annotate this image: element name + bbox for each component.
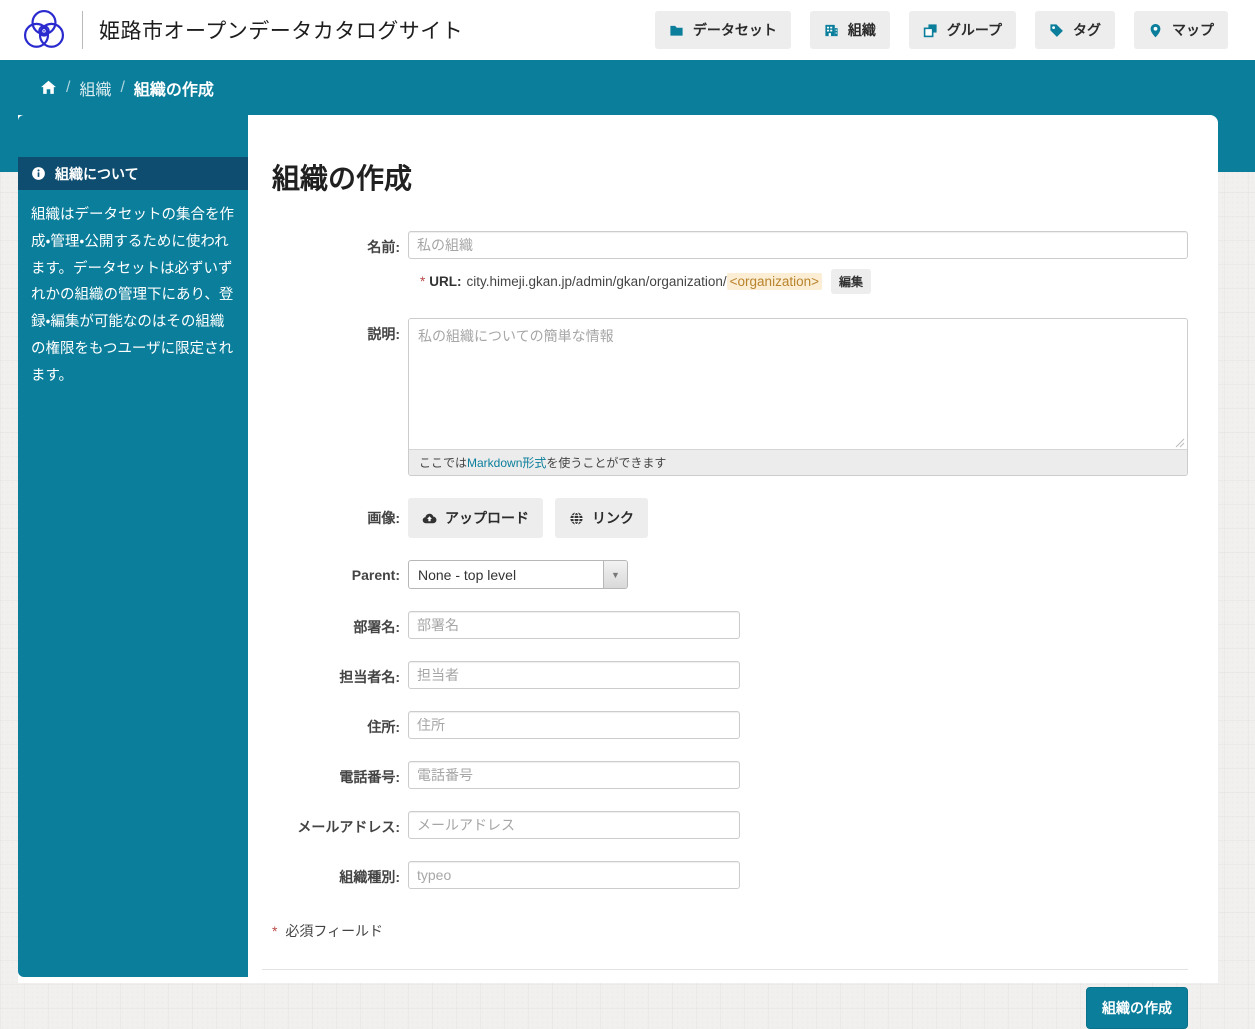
markdown-note-pre: ここでは xyxy=(419,456,468,470)
nav-label: データセット xyxy=(692,22,777,38)
email-row: メールアドレス: xyxy=(248,811,1218,839)
main-content: 組織の作成 名前: * URL: city.himeji.gkan.jp/adm… xyxy=(248,115,1218,1029)
parent-select-value: None - top level xyxy=(418,566,517,583)
image-upload-label: アップロード xyxy=(445,510,529,526)
clone-icon xyxy=(923,23,937,37)
upload-icon xyxy=(422,513,437,523)
nav-groups-button[interactable]: グループ xyxy=(908,11,1016,49)
description-row: 説明: ここではMarkdown形式を使うことができます xyxy=(248,318,1218,476)
org-type-input[interactable] xyxy=(408,861,740,889)
building-icon xyxy=(825,24,838,36)
form-actions: 組織の作成 xyxy=(262,969,1188,1029)
url-preview: * URL: city.himeji.gkan.jp/admin/gkan/or… xyxy=(420,269,1218,294)
page-title: 組織の作成 xyxy=(272,163,413,194)
department-row: 部署名: xyxy=(248,611,1218,639)
chevron-down-icon: ▼ xyxy=(603,561,627,588)
phone-label: 電話番号: xyxy=(339,769,400,785)
address-row: 住所: xyxy=(248,711,1218,739)
email-label: メールアドレス: xyxy=(297,819,400,835)
nav-label: グループ xyxy=(946,22,1002,38)
org-type-row: 組織種別: xyxy=(248,861,1218,889)
site-logo-icon xyxy=(23,9,65,48)
brand-divider xyxy=(82,11,83,49)
nav-organizations-button[interactable]: 組織 xyxy=(809,11,890,49)
required-asterisk: * xyxy=(272,923,278,939)
folder-icon xyxy=(670,25,683,36)
map-marker-icon xyxy=(1150,23,1161,37)
resize-handle-icon xyxy=(1175,438,1185,448)
phone-row: 電話番号: xyxy=(248,761,1218,789)
breadcrumb-organizations-link[interactable]: 組織 xyxy=(79,76,111,100)
name-label: 名前: xyxy=(367,239,400,255)
site-title: 姫路市オープンデータカタログサイト xyxy=(99,20,464,43)
nav-tags-button[interactable]: タグ xyxy=(1035,11,1115,49)
nav-label: 組織 xyxy=(847,22,876,38)
description-label: 説明: xyxy=(367,326,400,342)
markdown-editor: ここではMarkdown形式を使うことができます xyxy=(408,318,1188,476)
image-row: 画像: アップロード リンク xyxy=(248,498,1218,538)
url-label: URL: xyxy=(429,274,462,289)
breadcrumb: / 組織 / 組織の作成 xyxy=(0,60,1255,115)
markdown-note: ここではMarkdown形式を使うことができます xyxy=(409,449,1187,475)
parent-row: Parent: None - top level ▼ xyxy=(248,560,1218,589)
address-label: 住所: xyxy=(367,719,400,735)
sidebar-heading-label: 組織について xyxy=(55,165,139,182)
url-prefix: city.himeji.gkan.jp/admin/gkan/organizat… xyxy=(466,274,727,289)
parent-select[interactable]: None - top level ▼ xyxy=(408,560,628,589)
parent-label: Parent: xyxy=(351,566,400,583)
image-link-button[interactable]: リンク xyxy=(555,498,648,538)
nav-label: タグ xyxy=(1073,22,1101,38)
sidebar-help-text: 組織はデータセットの集合を作成・管理・公開するために使われます。データセットは必… xyxy=(31,207,234,384)
nav-map-button[interactable]: マップ xyxy=(1134,11,1228,49)
globe-icon xyxy=(570,511,583,525)
create-organization-button[interactable]: 組織の作成 xyxy=(1086,987,1188,1029)
department-label: 部署名: xyxy=(353,619,400,635)
contact-person-row: 担当者名: xyxy=(248,661,1218,689)
main-nav: データセット 組織 グループ タグ マップ xyxy=(654,11,1228,49)
image-upload-button[interactable]: アップロード xyxy=(408,498,543,538)
resize-handle[interactable] xyxy=(409,437,1187,449)
email-input[interactable] xyxy=(408,811,740,839)
required-asterisk: * xyxy=(420,274,426,289)
breadcrumb-separator: / xyxy=(66,78,71,96)
phone-input[interactable] xyxy=(408,761,740,789)
tag-icon xyxy=(1050,23,1063,37)
nav-label: マップ xyxy=(1172,22,1214,38)
required-note-text: 必須フィールド xyxy=(281,923,384,939)
description-textarea[interactable] xyxy=(409,319,1187,437)
contact-person-label: 担当者名: xyxy=(339,669,400,685)
nav-datasets-button[interactable]: データセット xyxy=(654,11,791,49)
sidebar-heading: 組織について xyxy=(18,157,248,190)
required-fields-note: * 必須フィールド xyxy=(272,921,1218,941)
home-icon xyxy=(41,80,56,94)
contact-person-input[interactable] xyxy=(408,661,740,689)
image-label: 画像: xyxy=(367,510,400,526)
address-input[interactable] xyxy=(408,711,740,739)
masthead: 姫路市オープンデータカタログサイト データセット 組織 グループ タグ マップ xyxy=(0,0,1255,60)
organization-form: 名前: * URL: city.himeji.gkan.jp/admin/gka… xyxy=(248,231,1218,1029)
name-row: 名前: xyxy=(248,231,1218,259)
image-link-label: リンク xyxy=(592,510,634,526)
breadcrumb-separator: / xyxy=(120,78,125,96)
markdown-note-post: を使うことができます xyxy=(546,456,667,470)
info-icon xyxy=(32,167,45,180)
markdown-format-link[interactable]: Markdown形式 xyxy=(467,456,546,470)
name-input[interactable] xyxy=(408,231,1188,259)
url-edit-button[interactable]: 編集 xyxy=(830,269,871,294)
department-input[interactable] xyxy=(408,611,740,639)
content-wrapper: 組織について 組織はデータセットの集合を作成・管理・公開するために使われます。デ… xyxy=(18,115,1218,1029)
breadcrumb-current: 組織の作成 xyxy=(133,81,214,99)
url-slug: <organization> xyxy=(726,273,822,290)
sidebar: 組織について 組織はデータセットの集合を作成・管理・公開するために使われます。デ… xyxy=(18,115,248,977)
breadcrumb-home-link[interactable] xyxy=(40,79,57,96)
org-type-label: 組織種別: xyxy=(339,869,400,885)
site-logo-link[interactable]: 姫路市オープンデータカタログサイト xyxy=(22,8,463,52)
